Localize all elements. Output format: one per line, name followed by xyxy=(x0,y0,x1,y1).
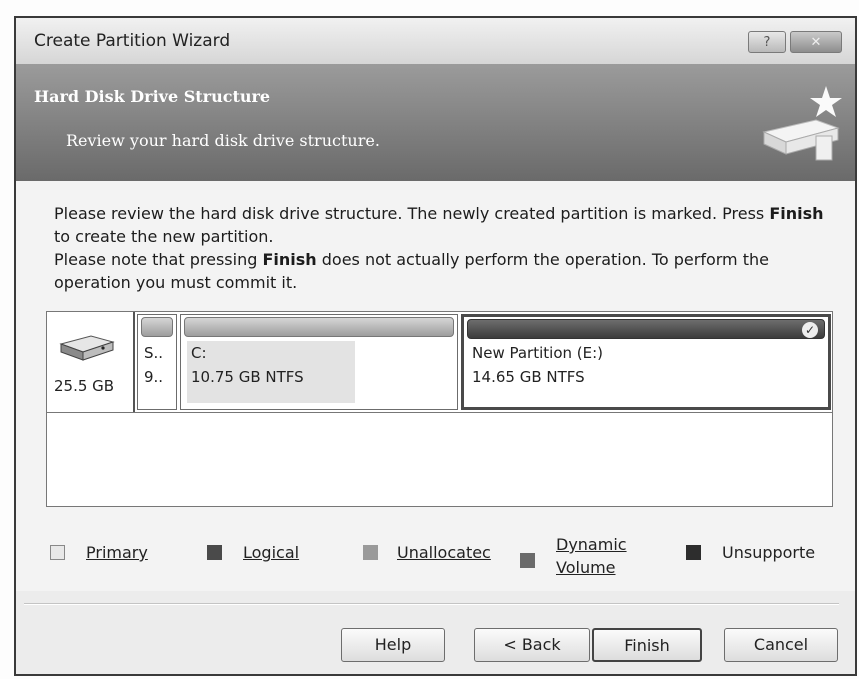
legend-label: Unsupporte xyxy=(722,543,816,562)
disk-cell[interactable]: 25.5 GB xyxy=(47,312,135,412)
partition-detail: 10.75 GB NTFS xyxy=(191,368,304,386)
partition-legend: Primary Logical Unallocatec Dynamic Volu… xyxy=(46,521,846,581)
legend-label: Unallocatec xyxy=(397,543,491,562)
disk-structure-map: 25.5 GB S.. 9.. C: 10.75 GB NTFS ✓ New P… xyxy=(46,311,833,507)
intro-line1: Please review the hard disk drive struct… xyxy=(54,204,770,223)
partition-name: New Partition (E:) xyxy=(472,344,604,362)
disk-size: 25.5 GB xyxy=(54,377,115,395)
legend-label: Logical xyxy=(243,543,300,562)
partition-new-e[interactable]: ✓ New Partition (E:) 14.65 GB NTFS xyxy=(461,314,831,410)
partition-bar xyxy=(141,317,173,337)
unsupported-swatch xyxy=(686,545,701,560)
partition-detail: 14.65 GB NTFS xyxy=(472,368,585,386)
hard-disk-icon xyxy=(59,335,115,361)
title-bar: Create Partition Wizard ? ✕ xyxy=(16,18,855,64)
back-button[interactable]: < Back xyxy=(474,628,590,662)
intro-text: Please review the hard disk drive struct… xyxy=(54,202,844,294)
create-partition-wizard-window: Create Partition Wizard ? ✕ Hard Disk Dr… xyxy=(14,16,857,676)
logical-swatch xyxy=(207,545,222,560)
dynamic-volume-swatch xyxy=(520,553,535,568)
intro-finish-bold-2: Finish xyxy=(262,250,317,269)
check-icon: ✓ xyxy=(802,322,818,338)
help-button[interactable]: Help xyxy=(341,628,445,662)
partition-name: C: xyxy=(191,344,207,362)
legend-label: Primary xyxy=(86,543,148,562)
footer-separator xyxy=(24,603,839,605)
disk-row: 25.5 GB S.. 9.. C: 10.75 GB NTFS ✓ New P… xyxy=(47,312,832,413)
intro-finish-bold-1: Finish xyxy=(769,204,824,223)
partition-bar-selected: ✓ xyxy=(467,319,825,339)
partition-system[interactable]: S.. 9.. xyxy=(137,314,177,410)
finish-button[interactable]: Finish xyxy=(592,628,702,662)
wizard-header: Hard Disk Drive Structure Review your ha… xyxy=(16,64,855,181)
wizard-disk-icon xyxy=(762,86,842,161)
wizard-content: Please review the hard disk drive struct… xyxy=(16,181,855,591)
cancel-button[interactable]: Cancel xyxy=(724,628,838,662)
header-subtitle: Review your hard disk drive structure. xyxy=(66,131,380,150)
header-title: Hard Disk Drive Structure xyxy=(34,87,271,106)
partition-bar xyxy=(184,317,454,337)
partition-c[interactable]: C: 10.75 GB NTFS xyxy=(180,314,458,410)
partition-name: S.. xyxy=(144,344,164,362)
help-title-button[interactable]: ? xyxy=(748,31,786,53)
partition-detail: 9.. xyxy=(144,368,164,386)
intro-line1-end: to create the new partition. xyxy=(54,227,274,246)
unallocated-swatch xyxy=(363,545,378,560)
legend-label: Dynamic Volume xyxy=(556,535,627,577)
close-button[interactable]: ✕ xyxy=(790,31,842,53)
intro-line2: Please note that pressing xyxy=(54,250,263,269)
window-title: Create Partition Wizard xyxy=(34,31,231,51)
primary-swatch xyxy=(50,545,65,560)
